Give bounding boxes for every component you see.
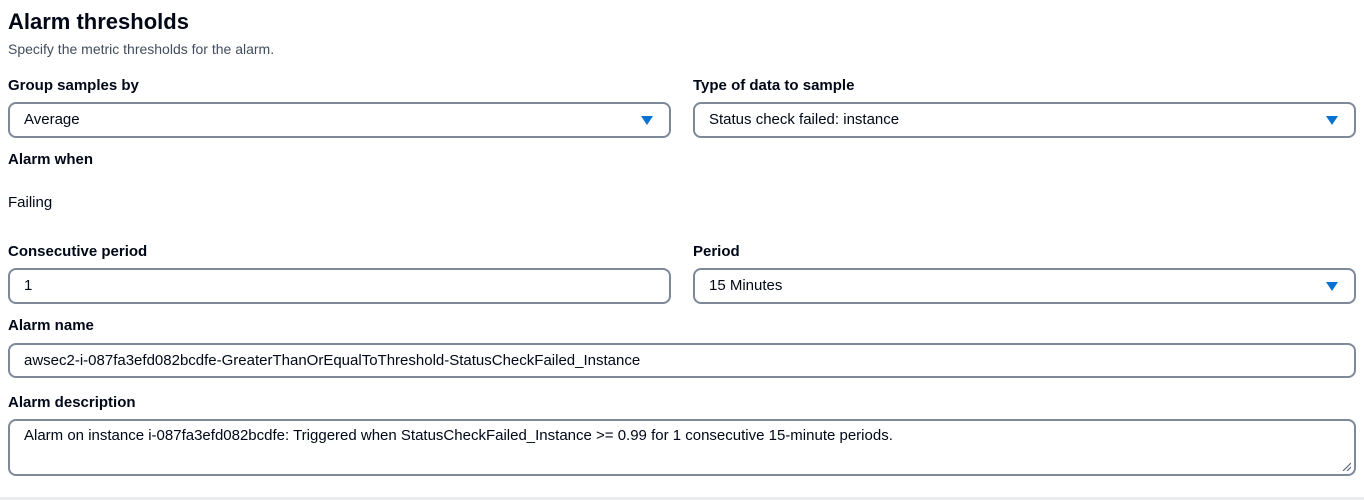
caret-down-icon (641, 116, 653, 125)
period-value: 15 Minutes (709, 277, 783, 294)
caret-down-icon (1326, 282, 1338, 291)
caret-down-icon (1326, 116, 1338, 125)
consecutive-period-input[interactable]: 1 (8, 268, 671, 304)
section-title: Alarm thresholds (8, 9, 189, 34)
alarm-description-textarea[interactable]: Alarm on instance i-087fa3efd082bcdfe: T… (8, 419, 1356, 476)
data-type-select[interactable]: Status check failed: instance (693, 102, 1356, 138)
alarm-description-label: Alarm description (8, 394, 136, 411)
resize-grip-icon[interactable] (1341, 461, 1351, 471)
alarm-when-label: Alarm when (8, 151, 94, 168)
data-type-label: Type of data to sample (693, 77, 855, 94)
data-type-value: Status check failed: instance (709, 111, 900, 128)
consecutive-period-label: Consecutive period (8, 243, 148, 260)
alarm-when-value: Failing (8, 194, 53, 211)
group-samples-label: Group samples by (8, 77, 139, 94)
alarm-name-label: Alarm name (8, 317, 94, 334)
consecutive-period-value: 1 (24, 277, 33, 294)
alarm-name-input[interactable]: awsec2-i-087fa3efd082bcdfe-GreaterThanOr… (8, 343, 1356, 378)
alarm-description-value: Alarm on instance i-087fa3efd082bcdfe: T… (24, 427, 893, 444)
alarm-thresholds-panel: Alarm thresholds Specify the metric thre… (0, 0, 1364, 500)
group-samples-value: Average (24, 111, 80, 128)
period-label: Period (693, 243, 740, 260)
period-select[interactable]: 15 Minutes (693, 268, 1356, 304)
alarm-name-value: awsec2-i-087fa3efd082bcdfe-GreaterThanOr… (24, 351, 641, 369)
group-samples-select[interactable]: Average (8, 102, 671, 138)
section-description: Specify the metric thresholds for the al… (8, 41, 275, 57)
